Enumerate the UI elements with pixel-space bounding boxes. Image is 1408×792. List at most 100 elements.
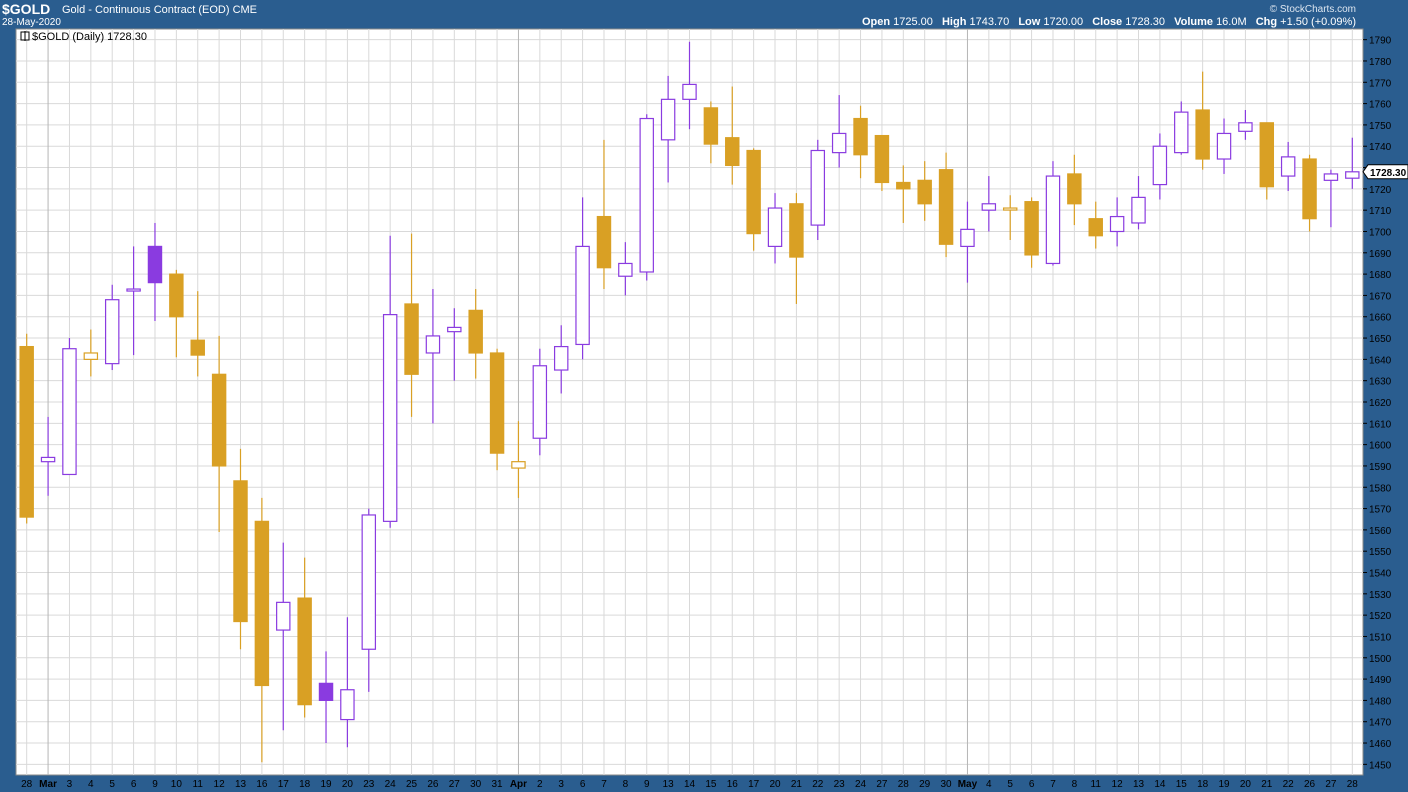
candle-body [233, 480, 248, 623]
candle-body [874, 134, 890, 184]
x-tick-label: 21 [1261, 779, 1273, 790]
candle-body [1259, 122, 1275, 188]
candle-body [1174, 111, 1189, 154]
candle-body [831, 132, 847, 154]
x-tick-label: 11 [193, 779, 204, 790]
x-tick-label: 28 [1347, 779, 1359, 790]
candle-body [19, 345, 34, 518]
candle-body [276, 601, 291, 631]
candle-body [618, 262, 633, 277]
y-tick-label: 1520 [1369, 611, 1392, 622]
candle [1045, 161, 1061, 266]
x-tick-label: 20 [342, 779, 354, 790]
candle-body [1216, 132, 1232, 160]
y-tick-label: 1570 [1369, 505, 1392, 516]
candle [62, 338, 77, 476]
candle [489, 348, 505, 471]
y-tick-label: 1550 [1369, 547, 1392, 558]
candle-body [169, 273, 184, 318]
candle-body [789, 203, 804, 258]
x-tick-label: 7 [1050, 779, 1056, 790]
x-tick-label: 19 [1218, 779, 1230, 790]
x-tick-label: 11 [1091, 779, 1102, 790]
y-tick-label: 1480 [1369, 696, 1392, 707]
y-tick-label: 1660 [1369, 313, 1392, 324]
candle-body [1131, 196, 1146, 224]
x-tick-label: 17 [278, 779, 290, 790]
candle-body [126, 288, 141, 292]
candle-body [553, 345, 569, 371]
y-tick-label: 1780 [1369, 57, 1392, 68]
last-price-tag-text: 1728.30 [1370, 168, 1407, 179]
y-tick-label: 1610 [1369, 419, 1392, 430]
x-tick-label: 15 [705, 779, 717, 790]
x-tick-label: 20 [1240, 779, 1252, 790]
x-tick-label: 27 [876, 779, 888, 790]
candle-body [1323, 173, 1339, 181]
x-tick-label: 12 [214, 779, 226, 790]
candle-body [297, 597, 312, 706]
y-tick-label: 1680 [1369, 270, 1392, 281]
x-tick-label: 20 [769, 779, 781, 790]
candle-body [810, 149, 826, 226]
y-tick-label: 1740 [1369, 142, 1392, 153]
y-tick-label: 1600 [1369, 441, 1392, 452]
last-price-tag: 1728.30 [1362, 164, 1408, 180]
x-tick-label: 16 [727, 779, 739, 790]
x-tick-label: 23 [363, 779, 375, 790]
y-tick-label: 1530 [1369, 590, 1392, 601]
x-tick-label: 9 [152, 779, 158, 790]
candlestick-chart[interactable]: 1450146014701480149015001510152015301540… [0, 0, 1408, 792]
y-tick-label: 1540 [1369, 569, 1392, 580]
candle-body [83, 352, 99, 360]
x-tick-label: 6 [131, 779, 137, 790]
candle-body [468, 309, 483, 354]
candle-body [703, 107, 719, 145]
x-tick-label: 13 [235, 779, 247, 790]
candle-body [767, 207, 783, 248]
x-tick-label: Apr [510, 779, 527, 790]
x-tick-label: 3 [558, 779, 564, 790]
x-tick-label: 9 [644, 779, 650, 790]
x-tick-label: 15 [1176, 779, 1188, 790]
candle-body [660, 98, 676, 141]
x-tick-label: 14 [1154, 779, 1166, 790]
x-tick-label: 18 [299, 779, 311, 790]
candle-body [104, 299, 120, 365]
candle-body [853, 117, 868, 156]
candle-body [1280, 156, 1296, 177]
candle-body [211, 373, 227, 467]
y-tick-label: 1770 [1369, 78, 1392, 89]
x-tick-label: 30 [941, 779, 953, 790]
candle-body [960, 228, 975, 248]
candle-body [40, 456, 56, 463]
x-tick-label: 22 [1283, 779, 1295, 790]
y-tick-label: 1760 [1369, 100, 1392, 111]
x-axis: 28 Mar 3 4 5 6 9 10 11 12 13 16 17 18 19 20 23 24 25 26 27 30… [21, 779, 1358, 790]
y-tick-label: 1700 [1369, 227, 1392, 238]
x-tick-label: 5 [1007, 779, 1013, 790]
x-tick-label: 6 [580, 779, 586, 790]
x-tick-label: 19 [320, 779, 332, 790]
candle-body [361, 514, 377, 650]
x-tick-label: 8 [1072, 779, 1078, 790]
candle-body [639, 117, 654, 273]
x-tick-label: Mar [39, 779, 57, 790]
x-tick-label: 4 [986, 779, 992, 790]
x-tick-label: 4 [88, 779, 94, 790]
x-tick-label: 30 [470, 779, 482, 790]
y-tick-label: 1720 [1369, 185, 1392, 196]
candle-body [746, 149, 761, 235]
candle [874, 134, 890, 191]
x-tick-label: 2 [537, 779, 543, 790]
candle-body [489, 352, 505, 454]
x-tick-label: 26 [427, 779, 439, 790]
x-tick-label: 27 [449, 779, 461, 790]
y-axis: 1450 1460 1470 1480 1490 1500 1510 1520 1530 1540… [1363, 36, 1392, 771]
x-tick-label: 14 [684, 779, 696, 790]
x-tick-label: 8 [623, 779, 629, 790]
x-tick-label: 13 [663, 779, 675, 790]
candle-body [575, 245, 590, 346]
candle-body [147, 245, 163, 284]
candle-body [1302, 158, 1317, 220]
